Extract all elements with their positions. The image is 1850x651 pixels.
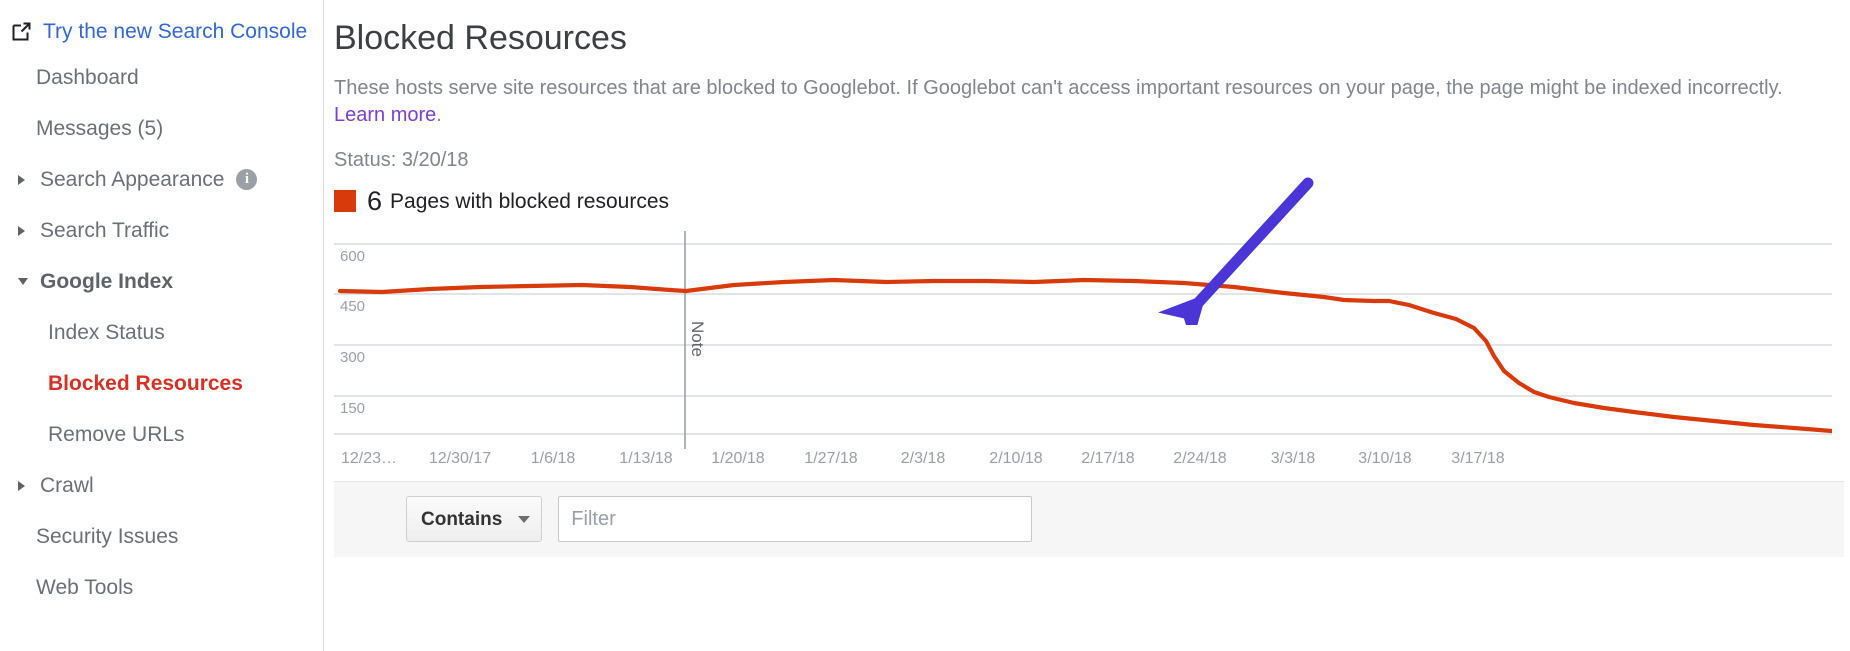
sidebar-item-web-tools[interactable]: Web Tools [0, 562, 323, 613]
sidebar-item-label: Google Index [36, 271, 173, 292]
chevron-right-icon[interactable] [14, 226, 36, 236]
learn-more-link[interactable]: Learn more [334, 104, 436, 126]
chart-note-marker[interactable]: Note [685, 231, 707, 449]
chart-x-axis: 12/23… 12/30/17 1/6/18 1/13/18 1/20/18 1… [341, 450, 1505, 467]
sidebar-item-try-new-search-console[interactable]: Try the new Search Console [0, 10, 323, 52]
legend-color-swatch [334, 190, 356, 212]
x-tick-label: 2/24/18 [1173, 450, 1226, 467]
x-tick-label: 1/13/18 [619, 450, 672, 467]
sidebar-item-label: Remove URLs [48, 424, 185, 445]
sidebar-item-label: Try the new Search Console [31, 21, 307, 42]
sidebar-item-label: Search Appearance [36, 169, 224, 190]
page-description-period: . [436, 104, 442, 126]
chart-gridlines [334, 244, 1832, 434]
page-title: Blocked Resources [334, 18, 1850, 59]
status-text: Status: 3/20/18 [334, 149, 1850, 172]
y-tick-label: 450 [340, 298, 365, 315]
filter-input[interactable] [558, 496, 1032, 542]
chevron-down-icon [518, 516, 530, 523]
sidebar-item-label: Messages (5) [36, 118, 163, 139]
x-tick-label: 1/6/18 [531, 450, 576, 467]
chart-series-line [340, 280, 1832, 431]
sidebar-item-index-status[interactable]: Index Status [0, 307, 323, 358]
x-tick-label: 3/10/18 [1358, 450, 1411, 467]
sidebar-item-label: Crawl [36, 475, 94, 496]
blocked-resources-chart[interactable]: 600 450 300 150 Note [334, 231, 1832, 471]
note-marker-label: Note [688, 321, 707, 357]
y-tick-label: 300 [340, 349, 365, 366]
x-tick-label: 12/23… [341, 450, 397, 467]
page-description: These hosts serve site resources that ar… [334, 75, 1834, 129]
x-tick-label: 12/30/17 [429, 450, 491, 467]
sidebar-item-blocked-resources[interactable]: Blocked Resources [0, 358, 323, 409]
sidebar-item-crawl[interactable]: Crawl [0, 460, 323, 511]
main-content: Blocked Resources These hosts serve site… [324, 0, 1850, 651]
chevron-right-icon[interactable] [14, 175, 36, 185]
chart-y-axis: 600 450 300 150 [340, 248, 365, 417]
sidebar-item-messages[interactable]: Messages (5) [0, 103, 323, 154]
x-tick-label: 1/27/18 [804, 450, 857, 467]
sidebar-item-dashboard[interactable]: Dashboard [0, 52, 323, 103]
sidebar-item-google-index[interactable]: Google Index [0, 256, 323, 307]
sidebar-item-remove-urls[interactable]: Remove URLs [0, 409, 323, 460]
sidebar-item-label: Blocked Resources [48, 373, 243, 394]
chart-legend: 6 Pages with blocked resources [334, 188, 1850, 215]
filter-toolbar: Contains [334, 481, 1844, 557]
chart-svg: 600 450 300 150 Note [334, 231, 1832, 471]
chevron-right-icon[interactable] [14, 481, 36, 491]
legend-count: 6 [367, 188, 382, 215]
page-description-text: These hosts serve site resources that ar… [334, 77, 1783, 99]
sidebar-item-search-appearance[interactable]: Search Appearance i [0, 154, 323, 205]
sidebar-item-label: Search Traffic [36, 220, 169, 241]
sidebar: Try the new Search Console Dashboard Mes… [0, 0, 324, 651]
sidebar-item-label: Web Tools [36, 577, 133, 598]
chevron-down-icon[interactable] [14, 278, 36, 285]
sidebar-item-label: Index Status [48, 322, 165, 343]
x-tick-label: 3/3/18 [1271, 450, 1316, 467]
filter-operator-label: Contains [421, 510, 502, 529]
external-link-icon [12, 22, 31, 41]
x-tick-label: 2/10/18 [989, 450, 1042, 467]
search-console-page: Try the new Search Console Dashboard Mes… [0, 0, 1850, 651]
x-tick-label: 2/3/18 [901, 450, 946, 467]
sidebar-item-label: Dashboard [36, 67, 139, 88]
y-tick-label: 600 [340, 248, 365, 265]
filter-operator-select[interactable]: Contains [406, 496, 542, 542]
sidebar-item-security-issues[interactable]: Security Issues [0, 511, 323, 562]
x-tick-label: 3/17/18 [1451, 450, 1504, 467]
sidebar-item-search-traffic[interactable]: Search Traffic [0, 205, 323, 256]
y-tick-label: 150 [340, 400, 365, 417]
x-tick-label: 2/17/18 [1081, 450, 1134, 467]
info-icon[interactable]: i [236, 169, 257, 190]
sidebar-item-label: Security Issues [36, 526, 178, 547]
legend-label: Pages with blocked resources [390, 191, 669, 212]
x-tick-label: 1/20/18 [711, 450, 764, 467]
